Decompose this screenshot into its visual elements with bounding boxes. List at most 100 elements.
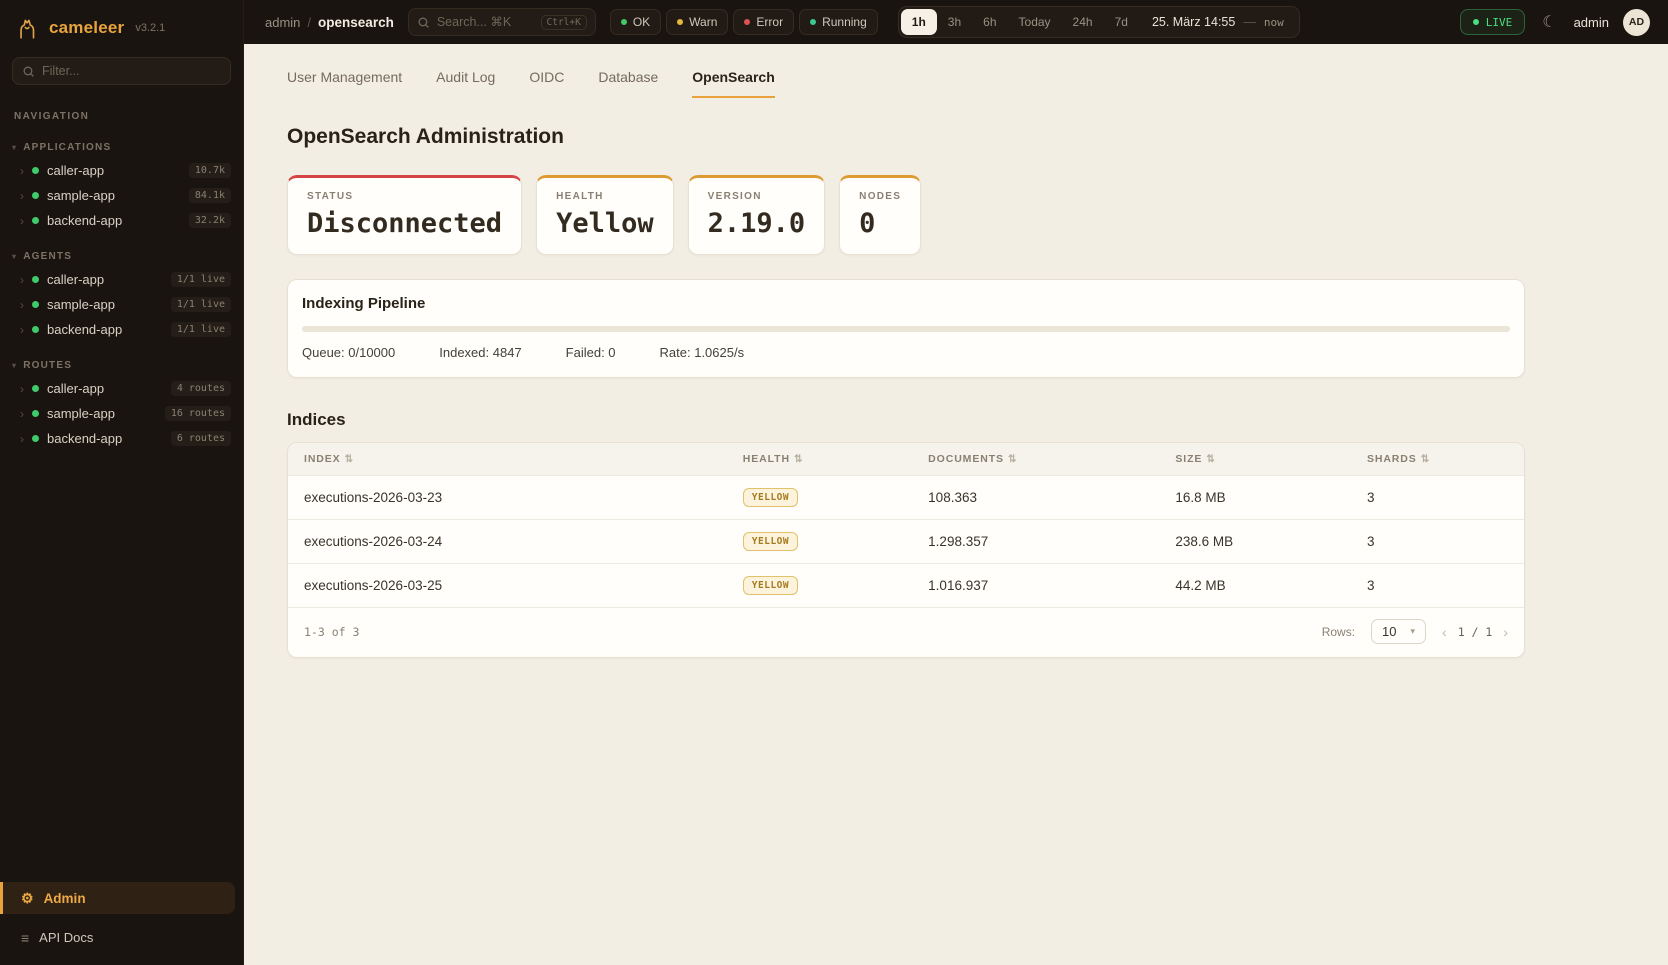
green-dot-icon [32, 167, 39, 174]
moon-icon: ☾ [1542, 14, 1556, 31]
time-range-3h[interactable]: 3h [937, 9, 972, 35]
page-title: OpenSearch Administration [287, 125, 1525, 149]
breadcrumb-section[interactable]: admin [265, 15, 300, 30]
top-bar: admin / opensearch Ctrl+K OK Warn Error [244, 0, 1668, 44]
app-version: v3.2.1 [135, 22, 165, 34]
chevron-right-icon: › [20, 383, 24, 395]
sidebar-item-agent[interactable]: › caller-app 1/1 live [0, 267, 243, 292]
sort-icon: ⇅ [1421, 454, 1430, 465]
sidebar-item-route[interactable]: › caller-app 4 routes [0, 376, 243, 401]
table-row[interactable]: executions-2026-03-25 YELLOW 1.016.937 4… [288, 564, 1524, 608]
chevron-right-icon: › [20, 274, 24, 286]
health-badge: YELLOW [743, 532, 798, 551]
global-search[interactable]: Ctrl+K [408, 8, 596, 36]
sidebar-item-admin[interactable]: ⚙ Admin [0, 882, 235, 914]
sidebar-item-api-docs[interactable]: ≡ API Docs [0, 922, 243, 953]
column-header-size[interactable]: SIZE⇅ [1159, 443, 1351, 476]
pipeline-failed: Failed: 0 [566, 345, 616, 360]
indices-table: INDEX⇅ HEALTH⇅ DOCUMENTS⇅ SIZE⇅ SHARDS⇅ … [288, 443, 1524, 607]
cell-health: YELLOW [727, 564, 912, 608]
group-applications[interactable]: ▾ APPLICATIONS [12, 142, 229, 153]
item-badge: 1/1 live [171, 272, 231, 287]
stat-card-version: VERSION 2.19.0 [688, 175, 826, 255]
item-label: caller-app [47, 163, 104, 178]
breadcrumb-page: opensearch [318, 15, 394, 30]
table-row[interactable]: executions-2026-03-23 YELLOW 108.363 16.… [288, 476, 1524, 520]
datetime-separator: — [1243, 15, 1256, 29]
chevron-right-icon: › [20, 215, 24, 227]
column-header-index[interactable]: INDEX⇅ [288, 443, 727, 476]
time-range-24h[interactable]: 24h [1062, 9, 1104, 35]
column-header-shards[interactable]: SHARDS⇅ [1351, 443, 1524, 476]
cell-shards: 3 [1351, 564, 1524, 608]
green-dot-icon [32, 385, 39, 392]
status-filter-warn[interactable]: Warn [666, 9, 728, 35]
cell-documents: 108.363 [912, 476, 1159, 520]
filter-input[interactable] [42, 64, 221, 78]
item-badge: 6 routes [171, 431, 231, 446]
tab-oidc[interactable]: OIDC [529, 69, 564, 98]
cell-index: executions-2026-03-23 [288, 476, 727, 520]
chevron-down-icon: ▾ [12, 361, 17, 370]
search-icon [22, 65, 35, 78]
sidebar-item-route[interactable]: › backend-app 6 routes [0, 426, 243, 451]
sidebar-item-application[interactable]: › sample-app 84.1k [0, 183, 243, 208]
tab-audit-log[interactable]: Audit Log [436, 69, 495, 98]
rows-per-page-select[interactable]: 10 ▾ [1371, 619, 1426, 644]
time-range-7d[interactable]: 7d [1104, 9, 1139, 35]
cell-documents: 1.298.357 [912, 520, 1159, 564]
group-agents[interactable]: ▾ AGENTS [12, 251, 229, 262]
time-range-today[interactable]: Today [1008, 9, 1062, 35]
sidebar-item-agent[interactable]: › backend-app 1/1 live [0, 317, 243, 342]
tab-opensearch[interactable]: OpenSearch [692, 69, 774, 98]
status-filter-ok[interactable]: OK [610, 9, 661, 35]
search-input[interactable] [437, 15, 534, 29]
admin-tabs: User Management Audit Log OIDC Database … [287, 69, 1525, 98]
green-dot-icon [32, 192, 39, 199]
green-dot-icon [1473, 19, 1479, 25]
status-filter-running[interactable]: Running [799, 9, 878, 35]
chevron-right-icon: › [20, 324, 24, 336]
app-logo: cameleer v3.2.1 [0, 0, 243, 51]
camel-logo-icon [14, 15, 40, 41]
gear-icon: ⚙ [21, 891, 34, 905]
table-row[interactable]: executions-2026-03-24 YELLOW 1.298.357 2… [288, 520, 1524, 564]
time-range-1h[interactable]: 1h [901, 9, 937, 35]
sidebar-footer: ⚙ Admin ≡ API Docs [0, 882, 243, 965]
tab-database[interactable]: Database [598, 69, 658, 98]
search-icon [417, 16, 430, 29]
health-badge: YELLOW [743, 488, 798, 507]
chevron-down-icon: ▾ [12, 252, 17, 261]
datetime-display[interactable]: 25. März 14:55 — now [1139, 15, 1297, 29]
next-page-button[interactable]: › [1503, 625, 1508, 639]
stat-card-nodes: NODES 0 [839, 175, 921, 255]
green-dot-icon [32, 410, 39, 417]
docs-icon: ≡ [21, 931, 29, 945]
live-toggle[interactable]: LIVE [1460, 9, 1526, 35]
item-badge: 10.7k [189, 163, 231, 178]
green-dot-icon [32, 435, 39, 442]
sidebar-item-application[interactable]: › caller-app 10.7k [0, 158, 243, 183]
sidebar-item-agent[interactable]: › sample-app 1/1 live [0, 292, 243, 317]
sidebar-item-application[interactable]: › backend-app 32.2k [0, 208, 243, 233]
item-label: sample-app [47, 297, 115, 312]
group-routes[interactable]: ▾ ROUTES [12, 360, 229, 371]
theme-toggle[interactable]: ☾ [1539, 12, 1559, 32]
column-header-health[interactable]: HEALTH⇅ [727, 443, 912, 476]
yellow-dot-icon [677, 19, 683, 25]
cell-documents: 1.016.937 [912, 564, 1159, 608]
sidebar-item-route[interactable]: › sample-app 16 routes [0, 401, 243, 426]
rows-per-page-label: Rows: [1322, 625, 1355, 639]
green-dot-icon [32, 276, 39, 283]
avatar[interactable]: AD [1623, 9, 1650, 36]
sidebar-filter[interactable] [12, 57, 231, 85]
item-badge: 16 routes [165, 406, 231, 421]
tab-user-management[interactable]: User Management [287, 69, 402, 98]
prev-page-button[interactable]: ‹ [1442, 625, 1447, 639]
shortcut-badge: Ctrl+K [541, 15, 587, 30]
status-filter-error[interactable]: Error [733, 9, 794, 35]
cell-size: 44.2 MB [1159, 564, 1351, 608]
stat-value: 2.19.0 [708, 208, 806, 239]
column-header-documents[interactable]: DOCUMENTS⇅ [912, 443, 1159, 476]
time-range-6h[interactable]: 6h [972, 9, 1007, 35]
